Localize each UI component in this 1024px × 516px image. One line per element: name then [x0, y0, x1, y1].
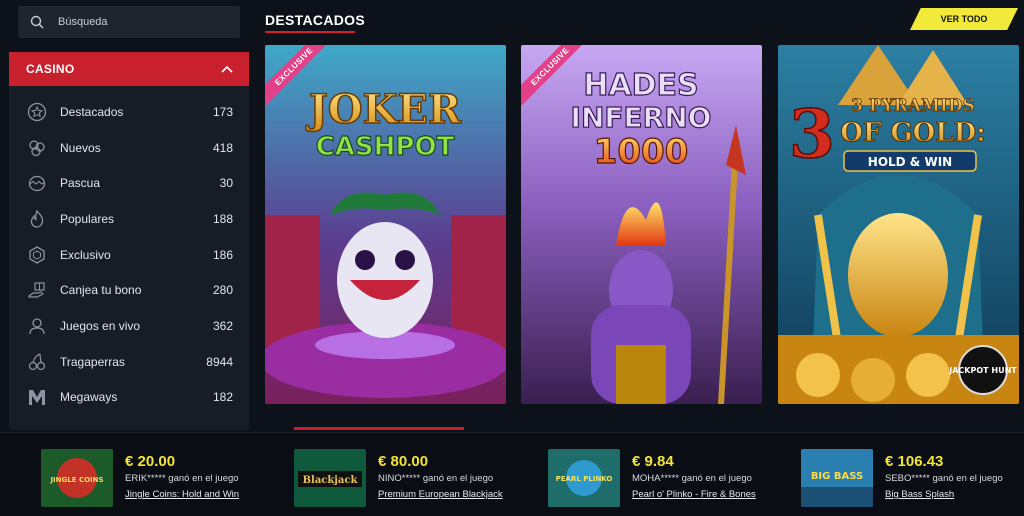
thumb-label: JINGLE COINS: [49, 476, 103, 484]
winner-game-link[interactable]: Jingle Coins: Hold and Win: [125, 489, 239, 500]
sidebar-item-pascua[interactable]: Pascua 30: [9, 165, 249, 201]
section-progress-line: [294, 427, 464, 430]
star-badge-icon: [26, 101, 48, 123]
sidebar-item-count: 8944: [206, 354, 233, 369]
card-title-line1: 3 PYRAMIDS: [851, 96, 975, 116]
recent-winners-bar: JINGLE COINS € 20.00 ERIK***** ganó en e…: [0, 432, 1024, 516]
game-card-3-pyramids-of-gold[interactable]: 3 3 PYRAMIDS OF GOLD: HOLD & WIN JACKPOT…: [778, 45, 1019, 404]
sidebar-item-label: Destacados: [60, 104, 124, 119]
sidebar-item-label: Tragaperras: [60, 354, 125, 369]
winner-game-thumbnail[interactable]: BIG BASS: [801, 449, 873, 507]
sidebar-item-juegos-en-vivo[interactable]: Juegos en vivo 362: [9, 308, 249, 344]
thumb-label: BIG BASS: [811, 471, 863, 482]
winner-item[interactable]: PEARL PLINKO € 9.84 MOHA***** ganó en el…: [548, 449, 756, 507]
winner-user: MOHA***** ganó en el juego: [632, 473, 752, 484]
winner-game-link[interactable]: Big Bass Splash: [885, 489, 1003, 500]
thumb-label: PEARL PLINKO: [556, 475, 613, 483]
gift-hand-icon: [26, 279, 48, 301]
section-underline: [265, 31, 355, 33]
search-icon: [30, 15, 44, 29]
winner-game-link[interactable]: Pearl o' Plinko - Fire & Bones: [632, 489, 756, 500]
joker-cashpot-artwork: JOKER CASHPOT: [265, 45, 506, 404]
megaways-m-icon: [26, 386, 48, 408]
winner-item[interactable]: Blackjack € 80.00 NINO***** ganó en el j…: [294, 449, 503, 507]
sidebar-item-count: 30: [219, 176, 233, 191]
flame-icon: [26, 208, 48, 230]
sidebar-item-populares[interactable]: Populares 188: [9, 201, 249, 237]
winner-game-link[interactable]: Premium European Blackjack: [378, 489, 503, 500]
ver-todo-button[interactable]: VER TODO: [910, 8, 1018, 30]
card-title-line2: OF GOLD:: [840, 118, 985, 148]
sidebar-item-count: 186: [212, 247, 233, 262]
sidebar-item-count: 182: [212, 390, 233, 405]
hades-inferno-artwork: HADES INFERNO 1000: [521, 45, 762, 404]
winner-game-thumbnail[interactable]: PEARL PLINKO: [548, 449, 620, 507]
category-menu: Destacados 173 Nuevos 418 Pascua 30 Popu…: [9, 86, 249, 415]
sidebar-item-label: Juegos en vivo: [60, 318, 141, 333]
sidebar-item-canjea-tu-bono[interactable]: Canjea tu bono 280: [9, 272, 249, 308]
sidebar-item-count: 362: [212, 318, 233, 333]
sidebar-item-count: 418: [212, 140, 233, 155]
sidebar-item-label: Megaways: [60, 390, 118, 405]
win-amount: € 80.00: [378, 453, 429, 470]
sidebar-item-label: Exclusivo: [60, 247, 111, 262]
sidebar-item-label: Nuevos: [60, 140, 101, 155]
sidebar-item-exclusivo[interactable]: Exclusivo 186: [9, 237, 249, 273]
sidebar-item-count: 188: [212, 211, 233, 226]
sidebar-item-nuevos[interactable]: Nuevos 418: [9, 130, 249, 166]
sidebar-item-count: 280: [212, 283, 233, 298]
sidebar-item-count: 173: [212, 104, 233, 119]
sidebar-item-label: Pascua: [60, 176, 101, 191]
game-card-hades-inferno-1000[interactable]: HADES INFERNO 1000 EXCLUSIVE: [521, 45, 762, 404]
winner-item[interactable]: BIG BASS € 106.43 SEBO***** ganó en el j…: [801, 449, 1003, 507]
svg-text:3: 3: [789, 95, 835, 173]
winner-user: ERIK***** ganó en el juego: [125, 473, 239, 484]
game-card-joker-cashpot[interactable]: JOKER CASHPOT EXCLUSIVE: [265, 45, 506, 404]
thumb-label: Blackjack: [303, 475, 359, 486]
search-box[interactable]: [18, 6, 240, 38]
casino-title: CASINO: [26, 62, 75, 76]
sidebar-item-destacados[interactable]: Destacados 173: [9, 94, 249, 130]
pyramids-of-gold-artwork: 3 3 PYRAMIDS OF GOLD: HOLD & WIN JACKPOT…: [778, 45, 1019, 404]
card-title-line2: CASHPOT: [316, 132, 455, 162]
win-amount: € 20.00: [125, 453, 176, 470]
card-title-line1: JOKER: [306, 86, 462, 133]
card-title-line3: 1000: [594, 132, 689, 172]
card-title-line3: HOLD & WIN: [868, 155, 952, 169]
jackpot-hunt-logo: JACKPOT HUNT: [948, 366, 1017, 375]
chevron-up-icon: [221, 65, 233, 73]
diamond-hex-icon: [26, 244, 48, 266]
winner-user: NINO***** ganó en el juego: [378, 473, 494, 484]
category-panel: CASINO Destacados 173 Nuevos 418 Pascua …: [9, 52, 249, 430]
sidebar-item-label: Canjea tu bono: [60, 283, 142, 298]
new-flower-icon: [26, 137, 48, 159]
search-input[interactable]: [56, 15, 220, 29]
win-amount: € 9.84: [632, 453, 674, 470]
sidebar-item-label: Populares: [60, 211, 115, 226]
winner-game-thumbnail[interactable]: JINGLE COINS: [41, 449, 113, 507]
sidebar-item-megaways[interactable]: Megaways 182: [9, 380, 249, 416]
winner-item[interactable]: JINGLE COINS € 20.00 ERIK***** ganó en e…: [41, 449, 239, 507]
win-amount: € 106.43: [885, 453, 944, 470]
card-title-line1: HADES: [583, 68, 698, 103]
card-title-line2: INFERNO: [571, 101, 712, 134]
section-title: DESTACADOS: [265, 12, 365, 28]
easter-egg-icon: [26, 172, 48, 194]
winner-game-thumbnail[interactable]: Blackjack: [294, 449, 366, 507]
casino-header[interactable]: CASINO: [9, 52, 249, 86]
live-dealer-icon: [26, 315, 48, 337]
sidebar-item-tragaperras[interactable]: Tragaperras 8944: [9, 344, 249, 380]
sidebar: CASINO Destacados 173 Nuevos 418: [0, 0, 258, 430]
cherries-icon: [26, 351, 48, 373]
winner-user: SEBO***** ganó en el juego: [885, 473, 1003, 484]
